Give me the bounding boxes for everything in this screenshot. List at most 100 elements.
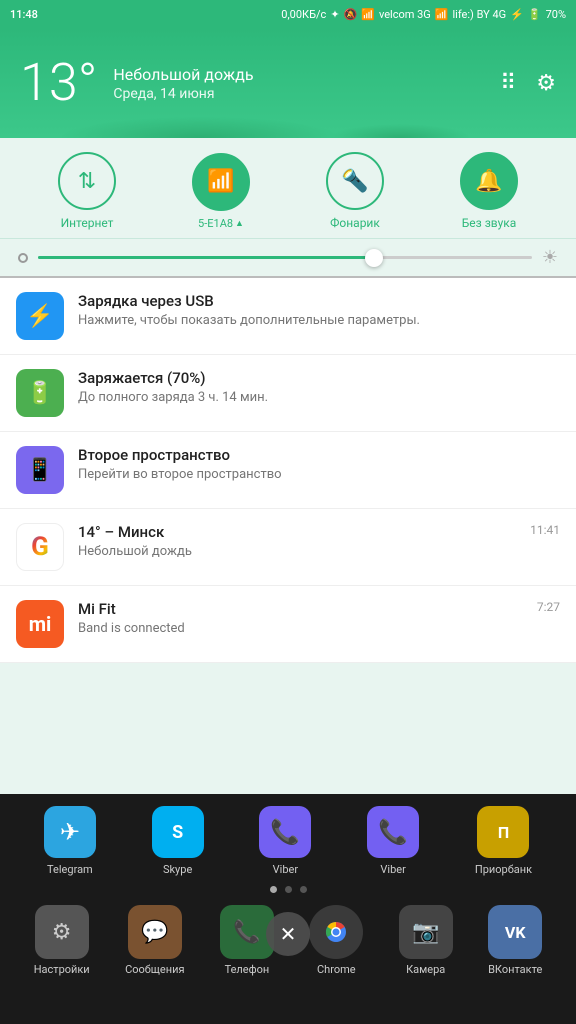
toggle-wifi[interactable]: 📶 5-E1A8 ▲: [192, 153, 250, 230]
carrier1: velcom 3G: [379, 8, 431, 21]
dual-text: Перейти во второе пространство: [78, 467, 560, 482]
toggle-silent[interactable]: 🔔 Без звука: [460, 152, 518, 230]
notification-mifit[interactable]: mi Mi Fit Band is connected 7:27: [0, 586, 576, 663]
silent-toggle-icon: 🔔: [475, 169, 502, 194]
settings-dock-label: Настройки: [34, 963, 90, 976]
phone-dock-label: Телефон: [225, 963, 270, 976]
settings-dock-icon: ⚙: [35, 905, 89, 959]
dual-symbol: 📱: [26, 458, 53, 483]
dual-title: Второе пространство: [78, 446, 560, 464]
messages-dock-icon: 💬: [128, 905, 182, 959]
page-dot-3: [300, 886, 307, 893]
brightness-fill: [38, 256, 374, 259]
app-priorbank[interactable]: П Приорбанк: [475, 806, 532, 876]
page-dot-2: [285, 886, 292, 893]
usb-text: Нажмите, чтобы показать дополнительные п…: [78, 313, 560, 328]
google-icon: G: [16, 523, 64, 571]
close-icon: ✕: [280, 922, 297, 946]
weather-header: 13° Небольшой дождь Среда, 14 июня ⠿ ⚙: [0, 28, 576, 138]
toggle-flashlight[interactable]: 🔦 Фонарик: [326, 152, 384, 230]
dock-settings[interactable]: ⚙ Настройки: [34, 905, 90, 976]
app-skype[interactable]: S Skype: [152, 806, 204, 876]
dock-phone[interactable]: 📞 Телефон: [220, 905, 274, 976]
weather-condition: Небольшой дождь: [113, 65, 500, 84]
viber1-label: Viber: [273, 863, 298, 876]
brightness-row[interactable]: ☀: [0, 239, 576, 278]
close-button[interactable]: ✕: [266, 912, 310, 956]
brightness-thumb[interactable]: [365, 249, 383, 267]
wifi-toggle-icon: 📶: [207, 169, 234, 194]
carrier2: life:) BY 4G: [453, 8, 507, 21]
signal-icon: 📶: [435, 8, 449, 21]
skype-label: Skype: [163, 863, 192, 876]
mifit-symbol: mi: [29, 612, 52, 636]
dock-chrome[interactable]: Chrome: [309, 905, 363, 976]
wifi-arrow-icon: ▲: [235, 218, 244, 229]
priorbank-label: Приорбанк: [475, 863, 532, 876]
chrome-dock-icon: [309, 905, 363, 959]
app-viber2[interactable]: 📞 Viber: [367, 806, 419, 876]
apps-icon[interactable]: ⠿: [500, 71, 516, 96]
notification-weather[interactable]: G 14° – Минск Небольшой дождь 11:41: [0, 509, 576, 586]
usb-icon: ⚡: [16, 292, 64, 340]
weather-info: Небольшой дождь Среда, 14 июня: [113, 65, 500, 102]
internet-icon: ⇅: [78, 169, 96, 194]
brightness-max-icon: ☀: [542, 247, 558, 268]
flashlight-label: Фонарик: [330, 216, 380, 230]
dock-camera[interactable]: 📷 Камера: [399, 905, 453, 976]
mifit-title: Mi Fit: [78, 600, 529, 618]
viber2-icon: 📞: [367, 806, 419, 858]
mifit-time: 7:27: [537, 600, 560, 614]
priorbank-icon: П: [477, 806, 529, 858]
battery-symbol: 🔋: [26, 381, 53, 406]
weather-notif-text: Небольшой дождь: [78, 544, 522, 559]
settings-icon[interactable]: ⚙: [536, 71, 556, 96]
silent-label: Без звука: [462, 216, 517, 230]
battery-text: До полного заряда 3 ч. 14 мин.: [78, 390, 560, 405]
charging-icon: ⚡: [510, 8, 524, 21]
silent-toggle-circle: 🔔: [460, 152, 518, 210]
usb-content: Зарядка через USB Нажмите, чтобы показат…: [78, 292, 560, 328]
battery-content: Заряжается (70%) До полного заряда 3 ч. …: [78, 369, 560, 405]
weather-date: Среда, 14 июня: [113, 86, 500, 102]
google-symbol: G: [31, 532, 49, 562]
notification-usb[interactable]: ⚡ Зарядка через USB Нажмите, чтобы показ…: [0, 278, 576, 355]
messages-dock-label: Сообщения: [125, 963, 184, 976]
camera-dock-icon: 📷: [399, 905, 453, 959]
dual-icon: 📱: [16, 446, 64, 494]
usb-symbol: ⚡: [26, 304, 53, 329]
flashlight-toggle-circle: 🔦: [326, 152, 384, 210]
silent-icon: 🔕: [344, 8, 358, 21]
notifications-list: ⚡ Зарядка через USB Нажмите, чтобы показ…: [0, 278, 576, 663]
internet-label: Интернет: [61, 216, 114, 230]
vk-dock-icon: VK: [488, 905, 542, 959]
battery-notif-icon: 🔋: [16, 369, 64, 417]
mifit-icon: mi: [16, 600, 64, 648]
dual-content: Второе пространство Перейти во второе пр…: [78, 446, 560, 482]
toggle-internet[interactable]: ⇅ Интернет: [58, 152, 116, 230]
app-viber1[interactable]: 📞 Viber: [259, 806, 311, 876]
battery-icon: 🔋: [528, 8, 542, 21]
mifit-content: Mi Fit Band is connected: [78, 600, 529, 636]
header-actions[interactable]: ⠿ ⚙: [500, 71, 556, 96]
bluetooth-icon: ✦: [330, 8, 339, 21]
app-telegram[interactable]: ✈ Telegram: [44, 806, 96, 876]
page-dots: [0, 882, 576, 897]
telegram-label: Telegram: [47, 863, 93, 876]
app-grid: ✈ Telegram S Skype 📞 Viber 📞 Viber П При…: [0, 794, 576, 882]
brightness-track[interactable]: [38, 256, 532, 259]
notification-battery[interactable]: 🔋 Заряжается (70%) До полного заряда 3 ч…: [0, 355, 576, 432]
battery-percent: 70%: [546, 8, 566, 21]
telegram-icon: ✈: [44, 806, 96, 858]
mifit-text: Band is connected: [78, 621, 529, 636]
dock-messages[interactable]: 💬 Сообщения: [125, 905, 184, 976]
status-time: 11:48: [10, 8, 38, 21]
weather-notif-content: 14° – Минск Небольшой дождь: [78, 523, 522, 559]
wifi-label: 5-E1A8 ▲: [198, 217, 244, 230]
status-bar: 11:48 0,00КБ/с ✦ 🔕 📶 velcom 3G 📶 life:) …: [0, 0, 576, 28]
notification-dual[interactable]: 📱 Второе пространство Перейти во второе …: [0, 432, 576, 509]
dock-vk[interactable]: VK ВКонтакте: [488, 905, 542, 976]
page-dot-1: [270, 886, 277, 893]
usb-title: Зарядка через USB: [78, 292, 560, 310]
home-screen: ✈ Telegram S Skype 📞 Viber 📞 Viber П При…: [0, 794, 576, 1024]
